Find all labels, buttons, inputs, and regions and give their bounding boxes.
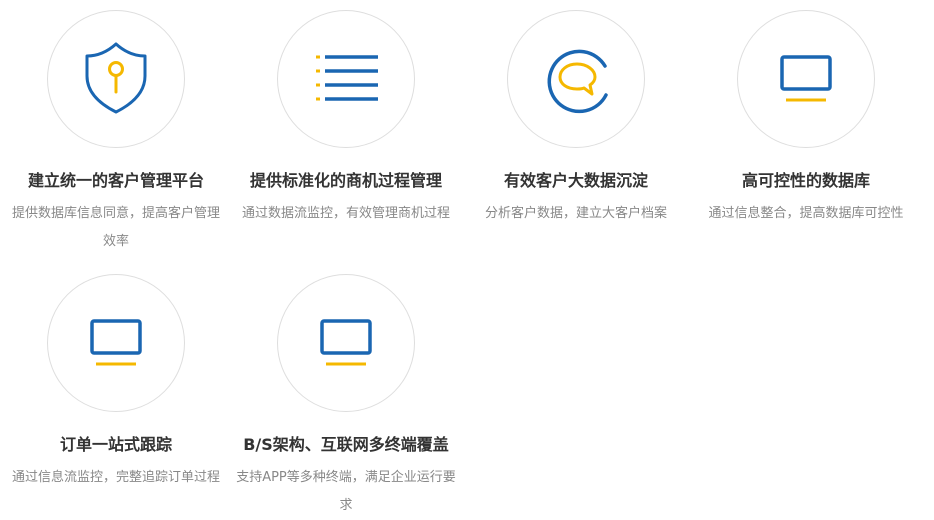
feature-opportunity-management: 提供标准化的商机过程管理 通过数据流监控，有效管理商机过程 [231,10,461,228]
feature-description: 通过信息整合，提高数据库可控性 [708,206,904,221]
feature-controllable-database: 高可控性的数据库 通过信息整合，提高数据库可控性 [691,10,921,228]
feature-description: 通过数据流监控，有效管理商机过程 [241,206,450,221]
icon-circle [737,10,875,148]
monitor-icon [90,319,142,366]
monitor-icon [320,319,372,366]
feature-title: 有效客户大数据沉淀 [503,171,648,190]
feature-customer-big-data: 有效客户大数据沉淀 分析客户数据，建立大客户档案 [461,10,691,228]
chat-bubble-icon [547,49,608,114]
feature-description: 分析客户数据，建立大客户档案 [484,206,667,221]
feature-description: 通过信息流监控，完整追踪订单过程 [11,470,220,485]
feature-title: 建立统一的客户管理平台 [27,171,204,190]
feature-description: 提供数据库信息同意，提高客户管理效率 [11,206,220,249]
feature-bs-architecture: B/S架构、互联网多终端覆盖 支持APP等多种终端，满足企业运行要求 [231,274,461,520]
shield-key-icon [85,42,147,114]
feature-order-tracking: 订单一站式跟踪 通过信息流监控，完整追踪订单过程 [1,274,231,492]
feature-title: 高可控性的数据库 [741,171,870,190]
icon-circle [47,274,185,412]
icon-circle [277,10,415,148]
list-icon [316,55,378,101]
feature-customer-platform: 建立统一的客户管理平台 提供数据库信息同意，提高客户管理效率 [1,10,231,256]
monitor-icon [780,55,832,102]
feature-title: B/S架构、互联网多终端覆盖 [243,435,449,454]
icon-circle [47,10,185,148]
feature-title: 提供标准化的商机过程管理 [249,171,442,190]
icon-circle [507,10,645,148]
feature-description: 支持APP等多种终端，满足企业运行要求 [236,470,456,513]
feature-title: 订单一站式跟踪 [59,435,172,454]
icon-circle [277,274,415,412]
